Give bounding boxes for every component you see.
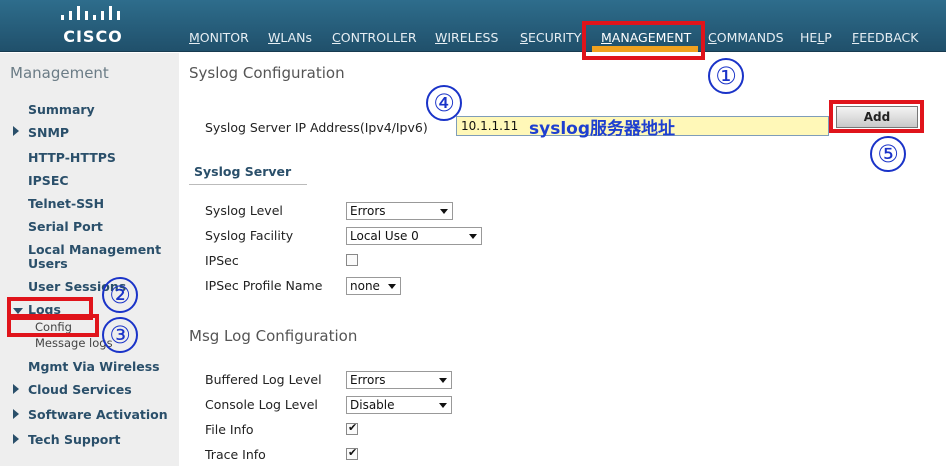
sidebar-title: Management [10,64,109,82]
syslog-facility-select[interactable]: Local Use 0 [346,227,482,245]
nav-monitor-accesskey: M [189,30,200,45]
nav-feedback-label: EEDBACK [859,30,919,45]
syslog-server-ip-label: Syslog Server IP Address(Ipv4/Ipv6) [205,120,428,135]
ipsec-profile-name-label: IPSec Profile Name [205,278,323,293]
expand-arrow-icon[interactable] [13,409,19,419]
ipsec-profile-value: none [350,279,380,293]
checkmark-icon: ✔ [348,446,358,459]
file-info-checkbox[interactable]: ✔ [346,421,358,435]
sidebar-item-tech-support[interactable]: Tech Support [28,433,121,447]
trace-info-label: Trace Info [205,447,266,462]
checkmark-icon: ✔ [348,421,358,434]
syslog-facility-value: Local Use 0 [350,229,419,243]
cisco-logo: CISCO [58,6,128,46]
cisco-logo-text: CISCO [63,27,123,46]
highlight-box-management [582,21,705,60]
dropdown-arrow-icon [388,284,396,289]
syslog-level-select[interactable]: Errors [346,202,453,220]
dropdown-arrow-icon [469,234,477,239]
syslog-level-value: Errors [350,204,386,218]
ipsec-checkbox[interactable] [346,254,358,266]
sidebar-item-telnet-ssh[interactable]: Telnet-SSH [28,197,104,211]
page-title: Syslog Configuration [189,64,345,82]
nav-controller[interactable]: CONTROLLER [332,30,417,45]
nav-controller-label: ONTROLLER [340,30,417,45]
step-2-marker: ② [102,277,138,313]
nav-help-prefix: HE [800,30,818,45]
nav-monitor-label: ONITOR [199,30,249,45]
nav-help[interactable]: HELP [800,30,832,45]
sidebar-subitem-message-logs[interactable]: Message logs [35,336,113,350]
trace-info-checkbox[interactable]: ✔ [346,446,358,460]
sidebar-item-mgmt-via-wireless[interactable]: Mgmt Via Wireless [28,360,160,374]
nav-wlans-accesskey: W [268,30,281,45]
msg-log-title: Msg Log Configuration [189,327,358,345]
nav-commands-accesskey: C [708,30,717,45]
cisco-bars-icon [61,6,120,20]
console-log-level-select[interactable]: Disable [346,396,452,414]
nav-commands-label: OMMANDS [716,30,784,45]
console-log-level-value: Disable [350,398,395,412]
nav-help-suffix: P [824,30,832,45]
syslog-server-heading: Syslog Server [189,164,307,185]
file-info-label: File Info [205,422,254,437]
step-3-marker: ③ [102,317,138,353]
nav-wireless-accesskey: W [435,30,448,45]
sidebar-item-serial-port[interactable]: Serial Port [28,220,103,234]
nav-controller-accesskey: C [332,30,341,45]
expand-arrow-icon[interactable] [13,126,19,136]
ipsec-profile-select[interactable]: none [346,277,401,295]
nav-wlans[interactable]: WLANs [268,30,312,45]
nav-wireless[interactable]: WIRELESS [435,30,498,45]
sidebar-item-cloud-services[interactable]: Cloud Services [28,383,132,397]
dropdown-arrow-icon [439,378,447,383]
expand-arrow-icon[interactable] [13,384,19,394]
buffered-log-level-value: Errors [350,373,386,387]
nav-monitor[interactable]: MONITOR [189,30,249,45]
buffered-log-level-select[interactable]: Errors [346,371,452,389]
sidebar-item-http-https[interactable]: HTTP-HTTPS [28,151,116,165]
nav-security-label: ECURITY [527,30,582,45]
ip-hint-annotation: syslog服务器地址 [529,119,675,139]
sidebar-item-ipsec[interactable]: IPSEC [28,174,69,188]
sidebar-item-software-activation[interactable]: Software Activation [28,408,168,422]
buffered-log-level-label: Buffered Log Level [205,372,322,387]
nav-security[interactable]: SECURITY [520,30,581,45]
top-navigation-bar: CISCO MONITOR WLANs CONTROLLER WIRELESS … [0,0,946,52]
nav-wireless-label: IRELESS [447,30,499,45]
highlight-box-config [7,314,99,337]
dropdown-arrow-icon [440,209,448,214]
console-log-level-label: Console Log Level [205,397,318,412]
sidebar-item-snmp[interactable]: SNMP [28,126,69,140]
nav-security-accesskey: S [520,30,528,45]
highlight-box-add [829,100,924,133]
sidebar-item-local-management-users[interactable]: Local Management Users [28,243,168,271]
step-1-marker: ① [708,58,744,94]
syslog-facility-label: Syslog Facility [205,228,294,243]
step-5-marker: ⑤ [870,136,906,172]
nav-wlans-label: LANs [280,30,313,45]
ipsec-label: IPSec [205,253,239,268]
nav-feedback[interactable]: FEEDBACK [852,30,918,45]
dropdown-arrow-icon [439,403,447,408]
nav-commands[interactable]: COMMANDS [708,30,784,45]
expand-arrow-icon[interactable] [13,434,19,444]
syslog-level-label: Syslog Level [205,203,283,218]
sidebar-item-summary[interactable]: Summary [28,103,95,117]
step-4-marker: ④ [426,85,462,121]
